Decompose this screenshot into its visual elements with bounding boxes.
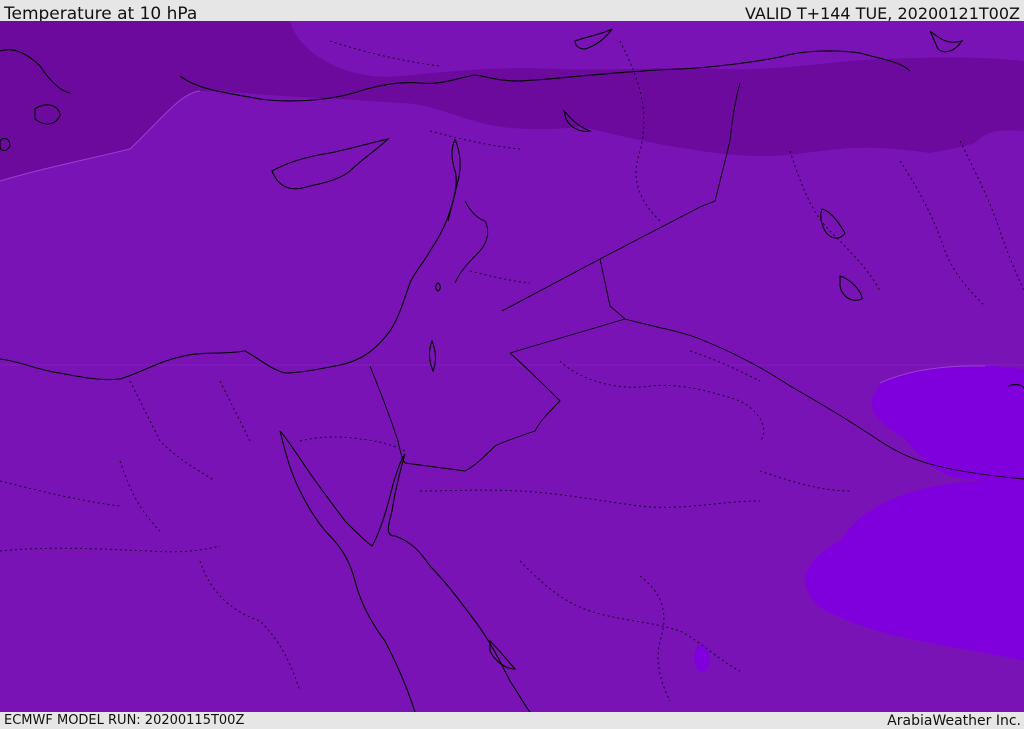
weather-map[interactable] — [0, 21, 1024, 712]
model-run-label: ECMWF MODEL RUN: 20200115T00Z — [4, 713, 245, 728]
map-canvas — [0, 21, 1024, 712]
warm-spot-south — [694, 644, 710, 672]
footer-bar: ECMWF MODEL RUN: 20200115T00Z ArabiaWeat… — [0, 712, 1024, 729]
brand-label: ArabiaWeather Inc. — [887, 713, 1021, 729]
header-bar: Temperature at 10 hPa VALID T+144 TUE, 2… — [0, 0, 1024, 24]
